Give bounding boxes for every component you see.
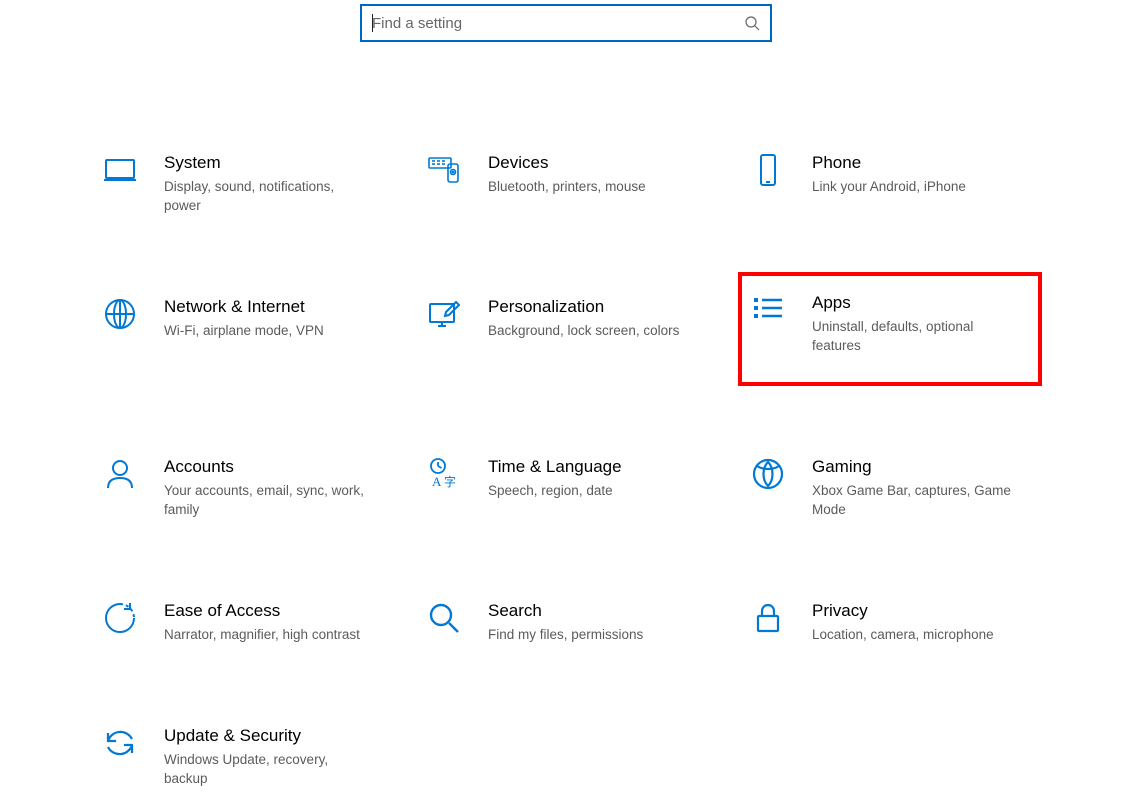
update-security-icon bbox=[102, 725, 138, 761]
tile-desc: Link your Android, iPhone bbox=[812, 178, 1020, 197]
tile-desc: Background, lock screen, colors bbox=[488, 322, 696, 341]
tile-title: Update & Security bbox=[164, 725, 372, 747]
tile-title: Gaming bbox=[812, 456, 1020, 478]
search-input[interactable] bbox=[372, 15, 744, 32]
tile-desc: Bluetooth, printers, mouse bbox=[488, 178, 696, 197]
text-caret bbox=[372, 14, 373, 32]
tile-accounts[interactable]: Accounts Your accounts, email, sync, wor… bbox=[90, 446, 394, 530]
phone-icon bbox=[750, 152, 786, 188]
gaming-icon bbox=[750, 456, 786, 492]
tile-title: Personalization bbox=[488, 296, 696, 318]
tile-privacy[interactable]: Privacy Location, camera, microphone bbox=[738, 590, 1042, 655]
apps-icon bbox=[750, 292, 786, 328]
tile-apps[interactable]: Apps Uninstall, defaults, optional featu… bbox=[738, 272, 1042, 386]
tile-desc: Display, sound, notifications, power bbox=[164, 178, 372, 216]
time-language-icon: A 字 bbox=[426, 456, 462, 492]
personalization-icon bbox=[426, 296, 462, 332]
tile-personalization[interactable]: Personalization Background, lock screen,… bbox=[414, 286, 718, 386]
tile-desc: Narrator, magnifier, high contrast bbox=[164, 626, 372, 645]
tile-gaming[interactable]: Gaming Xbox Game Bar, captures, Game Mod… bbox=[738, 446, 1042, 530]
tile-ease-of-access[interactable]: Ease of Access Narrator, magnifier, high… bbox=[90, 590, 394, 655]
tile-update-security[interactable]: Update & Security Windows Update, recove… bbox=[90, 715, 394, 798]
tile-phone[interactable]: Phone Link your Android, iPhone bbox=[738, 142, 1042, 226]
accounts-icon bbox=[102, 456, 138, 492]
svg-text:字: 字 bbox=[444, 474, 456, 489]
tile-desc: Windows Update, recovery, backup bbox=[164, 751, 372, 789]
ease-of-access-icon bbox=[102, 600, 138, 636]
svg-text:A: A bbox=[432, 474, 442, 489]
tile-title: Phone bbox=[812, 152, 1020, 174]
privacy-icon bbox=[750, 600, 786, 636]
tile-devices[interactable]: Devices Bluetooth, printers, mouse bbox=[414, 142, 718, 226]
tile-desc: Find my files, permissions bbox=[488, 626, 696, 645]
system-icon bbox=[102, 152, 138, 188]
settings-grid: System Display, sound, notifications, po… bbox=[0, 42, 1132, 798]
tile-network[interactable]: Network & Internet Wi-Fi, airplane mode,… bbox=[90, 286, 394, 386]
tile-time-language[interactable]: A 字 Time & Language Speech, region, date bbox=[414, 446, 718, 530]
devices-icon bbox=[426, 152, 462, 188]
tile-desc: Xbox Game Bar, captures, Game Mode bbox=[812, 482, 1020, 520]
tile-title: Privacy bbox=[812, 600, 1020, 622]
search-tile-icon bbox=[426, 600, 462, 636]
tile-desc: Your accounts, email, sync, work, family bbox=[164, 482, 372, 520]
tile-title: Accounts bbox=[164, 456, 372, 478]
tile-title: Ease of Access bbox=[164, 600, 372, 622]
network-icon bbox=[102, 296, 138, 332]
tile-desc: Location, camera, microphone bbox=[812, 626, 1020, 645]
tile-title: Network & Internet bbox=[164, 296, 372, 318]
search-icon bbox=[744, 15, 760, 31]
tile-search[interactable]: Search Find my files, permissions bbox=[414, 590, 718, 655]
tile-title: Devices bbox=[488, 152, 696, 174]
tile-title: Apps bbox=[812, 292, 1020, 314]
tile-title: Search bbox=[488, 600, 696, 622]
tile-system[interactable]: System Display, sound, notifications, po… bbox=[90, 142, 394, 226]
tile-desc: Speech, region, date bbox=[488, 482, 696, 501]
tile-desc: Uninstall, defaults, optional features bbox=[812, 318, 1020, 356]
tile-desc: Wi-Fi, airplane mode, VPN bbox=[164, 322, 372, 341]
tile-title: Time & Language bbox=[488, 456, 696, 478]
tile-title: System bbox=[164, 152, 372, 174]
search-box[interactable] bbox=[360, 4, 772, 42]
